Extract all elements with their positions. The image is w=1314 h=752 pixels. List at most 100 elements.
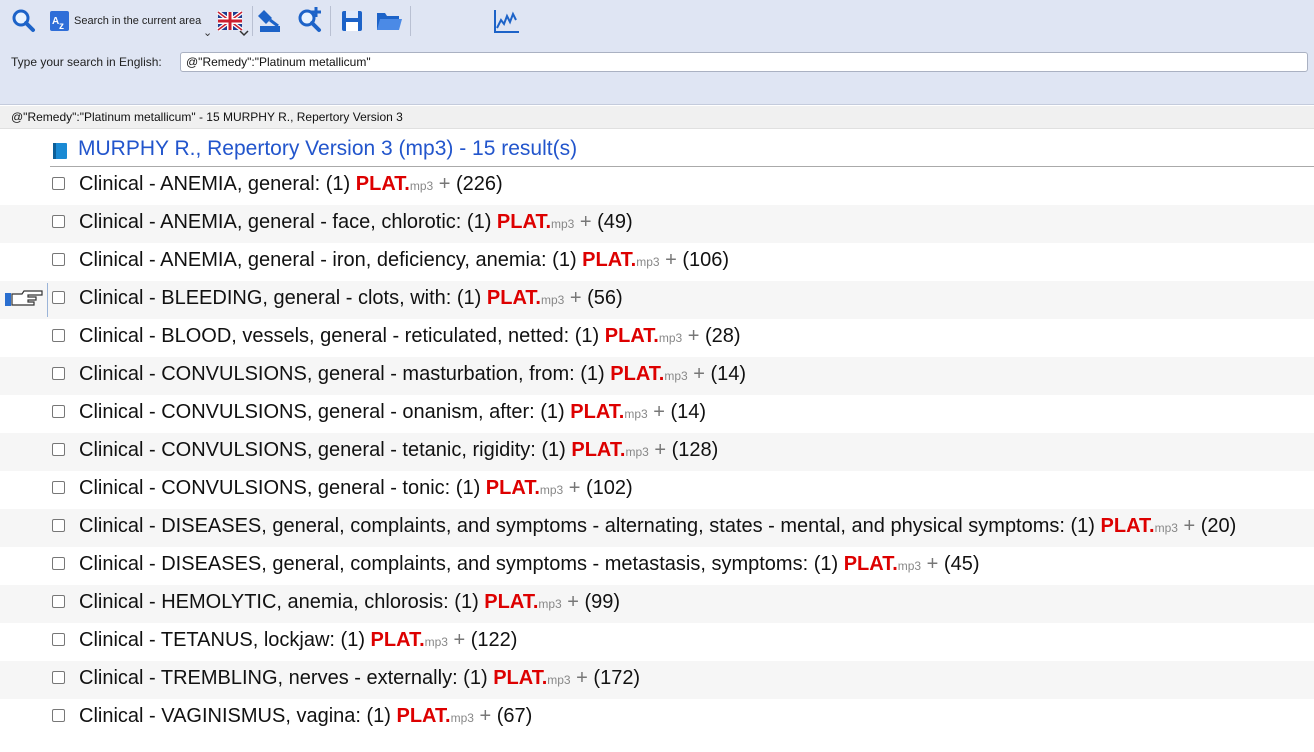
add-button[interactable]: + xyxy=(563,477,586,499)
remedy-abbrev[interactable]: PLAT. xyxy=(605,325,659,347)
rubric-row[interactable]: Clinical - HEMOLYTIC, anemia, chlorosis:… xyxy=(0,585,1314,623)
rubric-row[interactable]: Clinical - BLEEDING, general - clots, wi… xyxy=(0,281,1314,319)
rubric-row[interactable]: Clinical - ANEMIA, general - iron, defic… xyxy=(0,243,1314,281)
rubric-count: (122) xyxy=(470,629,518,651)
add-button[interactable]: + xyxy=(433,173,456,195)
save-icon xyxy=(342,11,362,31)
rubric-checkbox[interactable] xyxy=(52,633,65,646)
add-button[interactable]: + xyxy=(562,591,585,613)
remedy-source: mp3 xyxy=(897,559,922,573)
rubric-text: Clinical - DISEASES, general, complaints… xyxy=(79,515,1236,538)
save-button[interactable] xyxy=(338,4,366,38)
rubric-checkbox[interactable] xyxy=(52,519,65,532)
rubric-label: Clinical - ANEMIA, general: (1) xyxy=(79,173,356,195)
rubric-checkbox[interactable] xyxy=(52,443,65,456)
rubric-label: Clinical - HEMOLYTIC, anemia, chlorosis:… xyxy=(79,591,485,613)
pointing-hand-icon xyxy=(5,290,43,306)
rubric-row[interactable]: Clinical - DISEASES, general, complaints… xyxy=(0,547,1314,585)
clipboard-button[interactable] xyxy=(256,4,286,38)
remedy-abbrev[interactable]: PLAT. xyxy=(1101,515,1155,537)
search-button[interactable] xyxy=(10,4,38,38)
rubric-checkbox[interactable] xyxy=(52,367,65,380)
add-button[interactable]: + xyxy=(921,553,944,575)
remedy-abbrev[interactable]: PLAT. xyxy=(493,667,547,689)
chevron-down-icon[interactable]: ⌄ xyxy=(203,26,212,39)
search-icon xyxy=(12,9,35,32)
add-button[interactable]: + xyxy=(648,401,671,423)
search-current-area-button[interactable]: A z Search in the current area ⌄ xyxy=(48,4,220,39)
remedy-abbrev[interactable]: PLAT. xyxy=(486,477,540,499)
rubric-row[interactable]: Clinical - DISEASES, general, complaints… xyxy=(0,509,1314,547)
book-header[interactable]: MURPHY R., Repertory Version 3 (mp3) - 1… xyxy=(0,134,1314,166)
remedy-abbrev[interactable]: PLAT. xyxy=(497,211,551,233)
open-button[interactable] xyxy=(374,4,404,38)
remedy-source: mp3 xyxy=(547,673,571,687)
rubric-row[interactable]: Clinical - CONVULSIONS, general - mastur… xyxy=(0,357,1314,395)
rubric-label: Clinical - ANEMIA, general - face, chlor… xyxy=(79,211,497,233)
remedy-abbrev[interactable]: PLAT. xyxy=(484,591,538,613)
remedy-abbrev[interactable]: PLAT. xyxy=(610,363,664,385)
rubric-row[interactable]: Clinical - CONVULSIONS, general - tonic:… xyxy=(0,471,1314,509)
rubric-text: Clinical - CONVULSIONS, general - tetani… xyxy=(79,439,718,462)
rubric-row[interactable]: Clinical - TETANUS, lockjaw: (1) PLAT.mp… xyxy=(0,623,1314,661)
add-button[interactable]: + xyxy=(660,249,683,271)
rubric-row[interactable]: Clinical - ANEMIA, general - face, chlor… xyxy=(0,205,1314,243)
add-button[interactable]: + xyxy=(1178,515,1201,537)
rubric-checkbox[interactable] xyxy=(52,557,65,570)
chart-button[interactable] xyxy=(492,4,522,38)
add-button[interactable]: + xyxy=(682,325,705,347)
rubric-label: Clinical - ANEMIA, general - iron, defic… xyxy=(79,249,583,271)
rubric-checkbox[interactable] xyxy=(52,253,65,266)
remedy-abbrev[interactable]: PLAT. xyxy=(844,553,898,575)
rubric-text: Clinical - BLEEDING, general - clots, wi… xyxy=(79,287,623,310)
rubric-checkbox[interactable] xyxy=(52,709,65,722)
rubric-checkbox[interactable] xyxy=(52,481,65,494)
add-button[interactable]: + xyxy=(571,667,594,689)
search-area-label: Search in the current area xyxy=(74,15,202,27)
remedy-abbrev[interactable]: PLAT. xyxy=(571,439,625,461)
add-button[interactable]: + xyxy=(448,629,471,651)
add-button[interactable]: + xyxy=(474,705,497,727)
toolbar-separator xyxy=(252,6,253,36)
rubric-label: Clinical - CONVULSIONS, general - onanis… xyxy=(79,401,571,423)
chart-icon xyxy=(494,10,519,33)
rubric-row[interactable]: Clinical - TREMBLING, nerves - externall… xyxy=(0,661,1314,699)
svg-text:z: z xyxy=(59,21,64,32)
remedy-abbrev[interactable]: PLAT. xyxy=(371,629,425,651)
remedy-abbrev[interactable]: PLAT. xyxy=(356,173,410,195)
add-button[interactable]: + xyxy=(564,287,587,309)
rubric-checkbox[interactable] xyxy=(52,405,65,418)
rubric-count: (49) xyxy=(597,211,633,233)
zoom-add-button[interactable] xyxy=(295,4,325,38)
remedy-abbrev[interactable]: PLAT. xyxy=(487,287,541,309)
rubric-row[interactable]: Clinical - BLOOD, vessels, general - ret… xyxy=(0,319,1314,357)
rubric-row[interactable]: Clinical - CONVULSIONS, general - tetani… xyxy=(0,433,1314,471)
add-button[interactable]: + xyxy=(649,439,672,461)
rubric-row[interactable]: Clinical - VAGINISMUS, vagina: (1) PLAT.… xyxy=(0,699,1314,737)
language-button[interactable] xyxy=(216,4,250,38)
rubric-label: Clinical - VAGINISMUS, vagina: (1) xyxy=(79,705,397,727)
remedy-abbrev[interactable]: PLAT. xyxy=(582,249,636,271)
search-label: Type your search in English: xyxy=(11,55,162,69)
rubric-count: (128) xyxy=(671,439,719,461)
results-header-text: @"Remedy":"Platinum metallicum" - 15 MUR… xyxy=(11,110,403,124)
search-input[interactable] xyxy=(180,52,1308,72)
rubric-checkbox[interactable] xyxy=(52,177,65,190)
rubric-count: (172) xyxy=(593,667,641,689)
rubric-checkbox[interactable] xyxy=(52,595,65,608)
rubric-text: Clinical - CONVULSIONS, general - onanis… xyxy=(79,401,706,424)
rubric-row[interactable]: Clinical - ANEMIA, general: (1) PLAT.mp3… xyxy=(0,167,1314,205)
add-button[interactable]: + xyxy=(688,363,711,385)
rubric-row[interactable]: Clinical - CONVULSIONS, general - onanis… xyxy=(0,395,1314,433)
clipboard-icon xyxy=(258,10,280,32)
remedy-abbrev[interactable]: PLAT. xyxy=(397,705,451,727)
remedy-source: mp3 xyxy=(625,445,649,459)
toolbar: A z Search in the current area ⌄ xyxy=(0,0,1314,44)
rubric-checkbox[interactable] xyxy=(52,215,65,228)
rubric-checkbox[interactable] xyxy=(52,291,65,304)
remedy-abbrev[interactable]: PLAT. xyxy=(570,401,624,423)
rubric-checkbox[interactable] xyxy=(52,329,65,342)
rubric-checkbox[interactable] xyxy=(52,671,65,684)
rubric-label: Clinical - TETANUS, lockjaw: (1) xyxy=(79,629,371,651)
add-button[interactable]: + xyxy=(574,211,597,233)
